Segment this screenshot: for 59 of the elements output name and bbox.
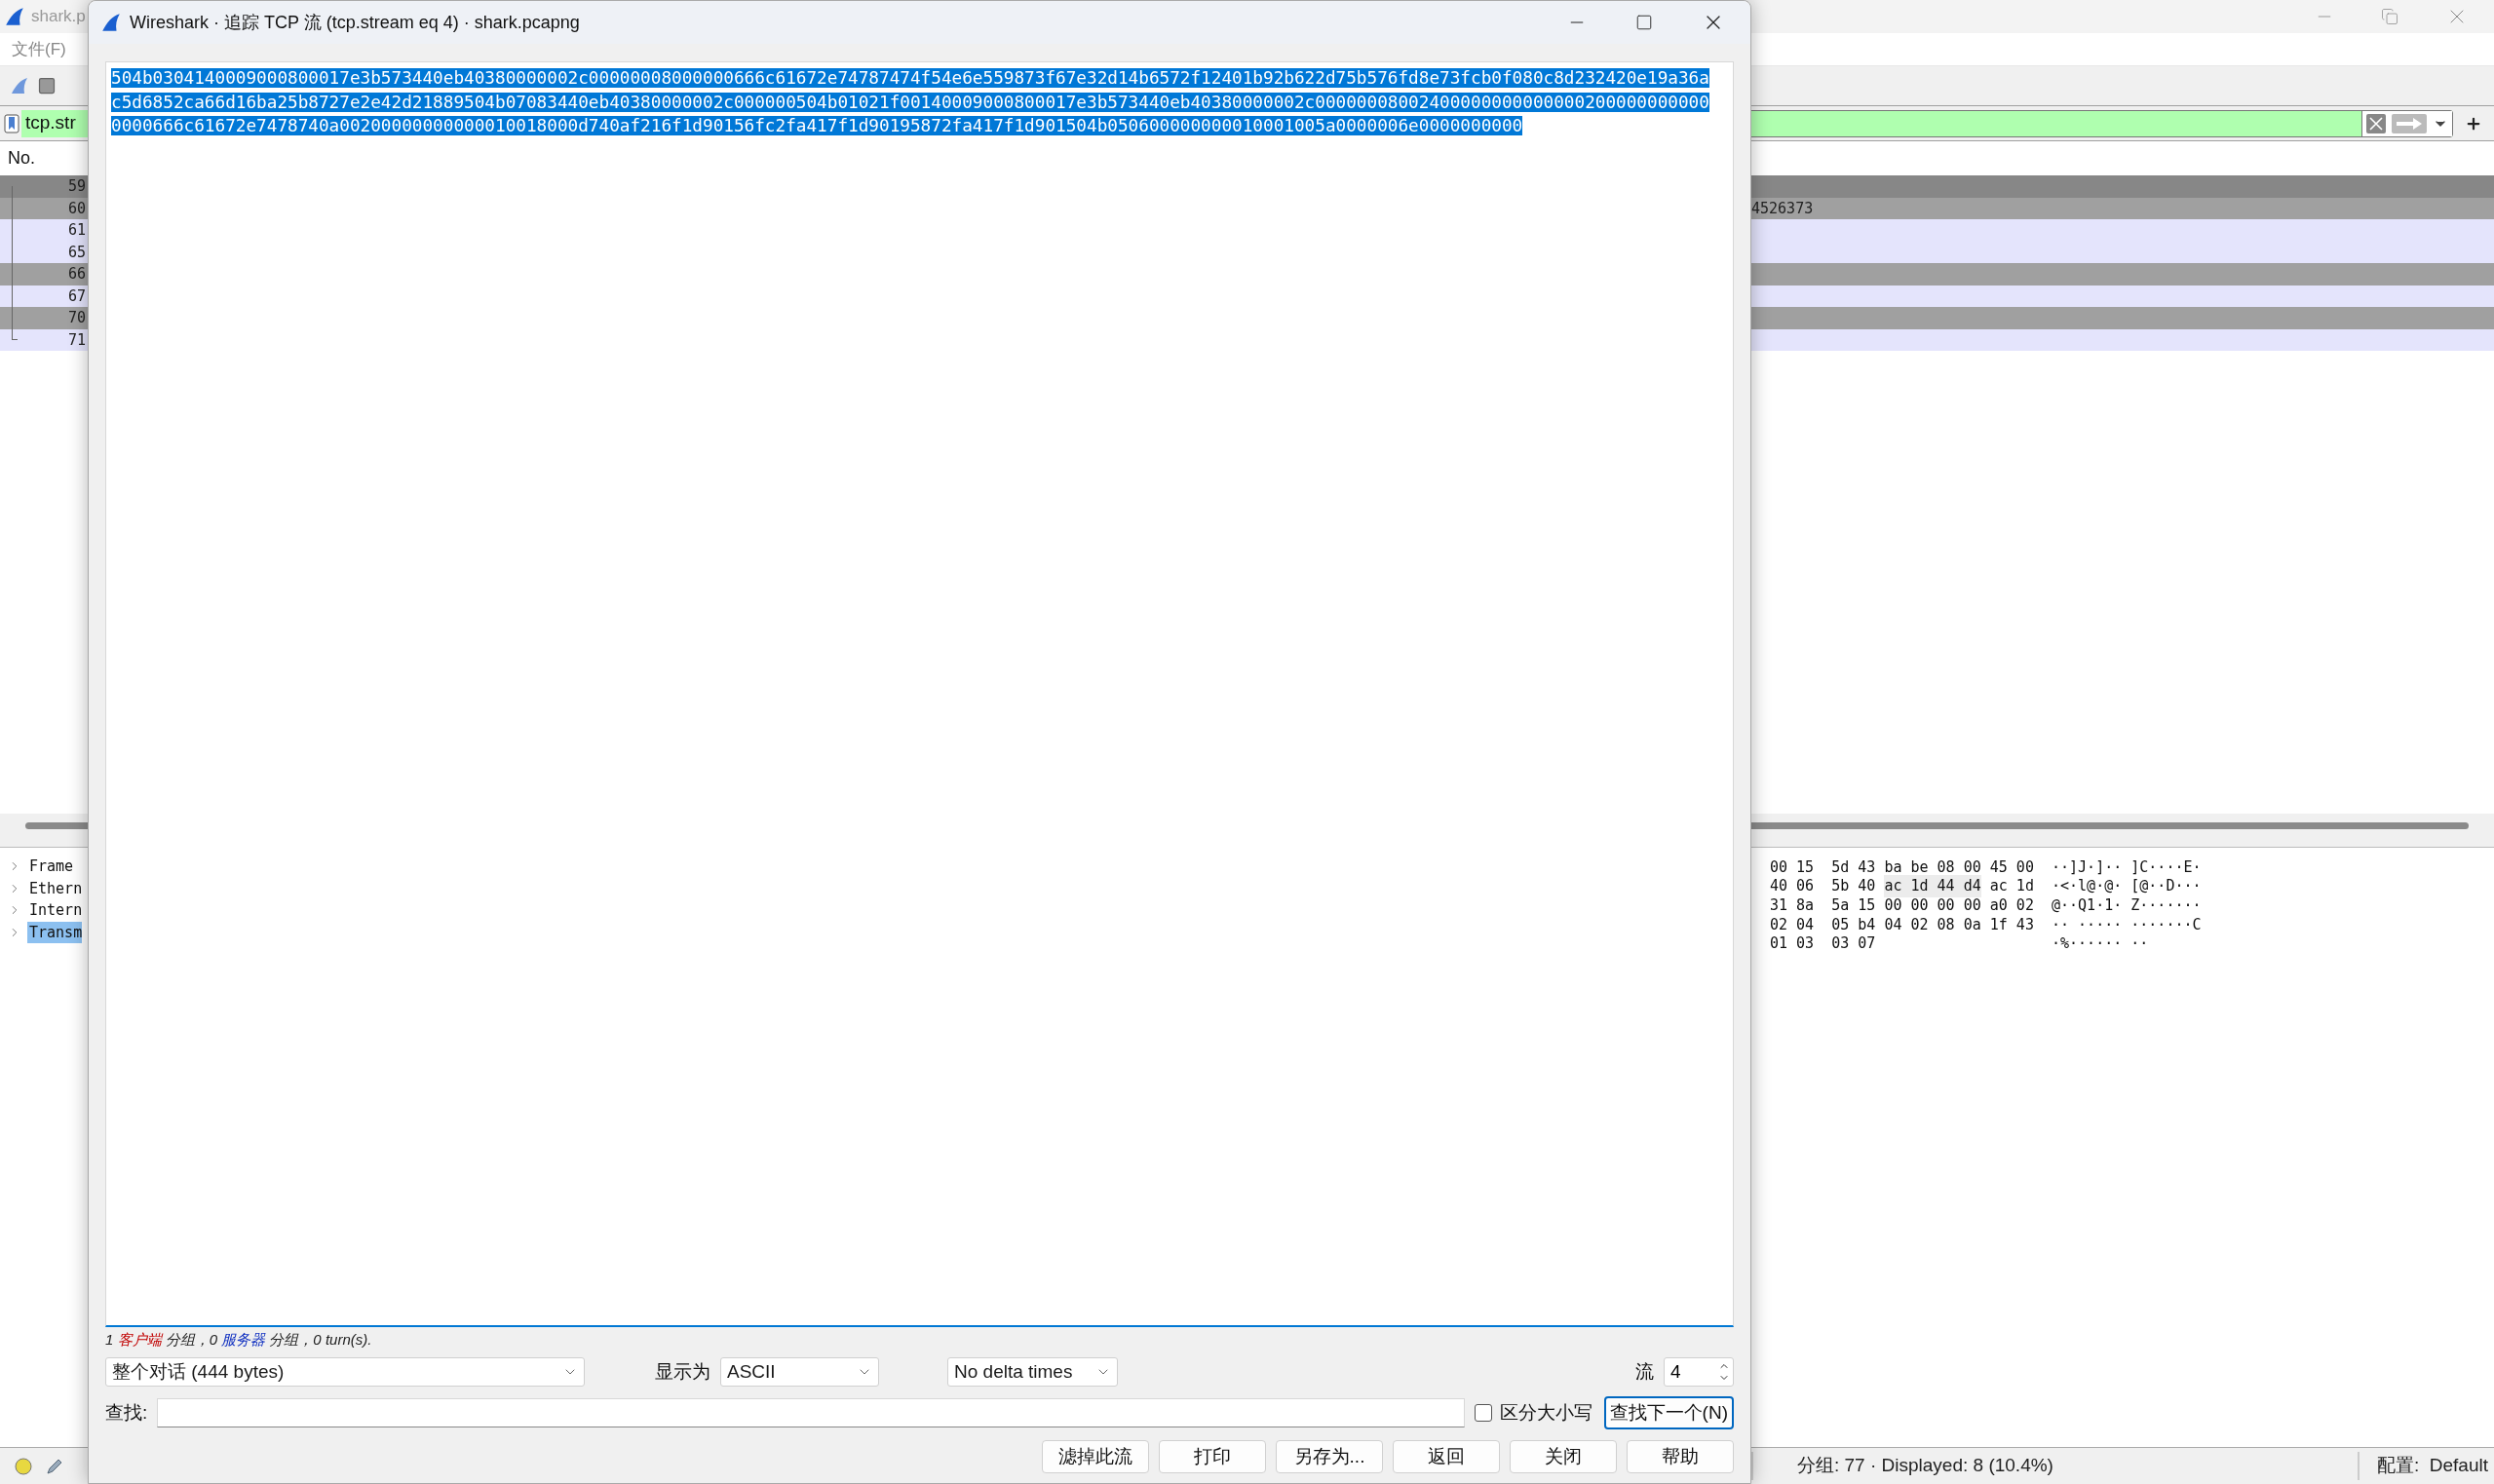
menu-item[interactable]: 文件(F) — [12, 36, 66, 62]
column-header[interactable]: No. — [8, 145, 35, 171]
ascii-bytes: ··]J·]·· ]C····E· — [2052, 856, 2202, 878]
stream-text: 504b0304140009000800017e3b573440eb40380000002c00000008000000666c61672e74787474f54e6e559873f67e32d14b6572f12401b92b622d75b576fd8e73fcb0f080c8d232420e19a36a c5d6852ca66d16ba25b8727e2e42d21889504b07083440eb40380000002c000000504b01021f00140009000800017e3b573440eb40380000002c00000008002400000000000000200000000000 0000666c61672e7478740a00200000000000010018000d740af216f1d90156fc2fa417f1d90195872fa417f1d901504b050600000000010001005a0000006e0000000000 — [111, 67, 1710, 137]
case-sensitive-label[interactable]: 区分大小写 — [1499, 1398, 1592, 1427]
packet-number: 67 — [66, 285, 87, 307]
find-field[interactable] — [157, 1398, 1465, 1427]
ascii-bytes: ·<·l@·@· [@··D··· — [2052, 876, 2202, 897]
dialog-button[interactable]: 关闭 — [1510, 1440, 1617, 1473]
hex-bytes: 01 03 03 07 — [1770, 933, 1876, 955]
packet-number: 71 — [66, 329, 87, 351]
stream-number-spinbox[interactable]: 4 — [1664, 1357, 1734, 1387]
status-indicator-icon — [14, 1456, 33, 1476]
stream-content-area[interactable] — [105, 61, 1734, 1327]
restore-icon[interactable] — [2381, 8, 2398, 25]
window-title: Wireshark · 追踪 TCP 流 (tcp.stream eq 4) · shark.pcapng — [130, 11, 580, 34]
packet-number: 65 — [66, 242, 87, 263]
clear-icon[interactable] — [2366, 113, 2386, 133]
packet-number: 66 — [66, 264, 87, 285]
tree-item[interactable]: Intern — [27, 899, 83, 922]
case-sensitive-checkbox[interactable] — [1474, 1404, 1492, 1422]
hex-bytes: 00 15 5d 43 ba be 08 00 45 00 — [1770, 856, 2034, 878]
dialog-button[interactable]: 打印 — [1159, 1440, 1266, 1473]
show-as-label: 显示为 — [655, 1359, 710, 1384]
start-capture-icon — [10, 76, 29, 95]
delta-times-select[interactable]: No delta times — [947, 1357, 1118, 1387]
maximize-icon[interactable] — [1635, 14, 1653, 31]
packet-number: 61 — [66, 220, 87, 241]
tree-item[interactable]: Transm — [27, 921, 83, 943]
profile-label[interactable]: 配置: Default — [2357, 1452, 2488, 1480]
conversation-select[interactable]: 整个对话 (444 bytes) — [105, 1357, 585, 1387]
dialog-button[interactable]: 帮助 — [1627, 1440, 1734, 1473]
find-label: 查找: — [105, 1400, 148, 1425]
show-as-select[interactable]: ASCII — [720, 1357, 879, 1387]
hex-bytes: 02 04 05 b4 04 02 08 0a 1f 43 — [1770, 914, 2034, 935]
dialog-button[interactable]: 滤掉此流 — [1042, 1440, 1149, 1473]
dialog-button[interactable]: 另存为... — [1276, 1440, 1383, 1473]
stream-label: 流 — [1635, 1359, 1654, 1384]
stream-summary: 1 客户端 分组，0 服务器 分组，0 turn(s). — [105, 1329, 372, 1350]
app-icon — [100, 12, 122, 33]
hex-bytes: 31 8a 5a 15 00 00 00 00 a0 02 — [1770, 894, 2034, 916]
window-title: shark.p — [31, 6, 86, 28]
tree-item[interactable]: Frame — [27, 856, 74, 878]
stop-icon[interactable] — [37, 76, 57, 95]
hex-bytes: 40 06 5b 40 — [1770, 876, 1877, 897]
hex-bytes: ac 1d 44 d4 — [1884, 875, 1981, 897]
tree-item[interactable]: Ethern — [27, 877, 83, 899]
ascii-bytes: ·%······ ·· — [2052, 933, 2149, 955]
ascii-bytes: @··Q1·1· Z······· — [2052, 894, 2202, 916]
packet-number: 59 — [66, 176, 87, 197]
find-next-button[interactable]: 查找下一个(N) — [1603, 1396, 1734, 1429]
dialog-button[interactable]: 返回 — [1393, 1440, 1500, 1473]
hex-bytes: ac 1d — [1988, 876, 2034, 897]
table-cell-text: 4526373 — [1751, 198, 1815, 219]
app-icon — [4, 6, 25, 27]
packet-number: 70 — [66, 308, 87, 328]
ascii-bytes: ·· ····· ·······C — [2052, 914, 2202, 935]
bookmark-icon[interactable] — [4, 112, 19, 134]
packet-number: 60 — [66, 198, 87, 219]
